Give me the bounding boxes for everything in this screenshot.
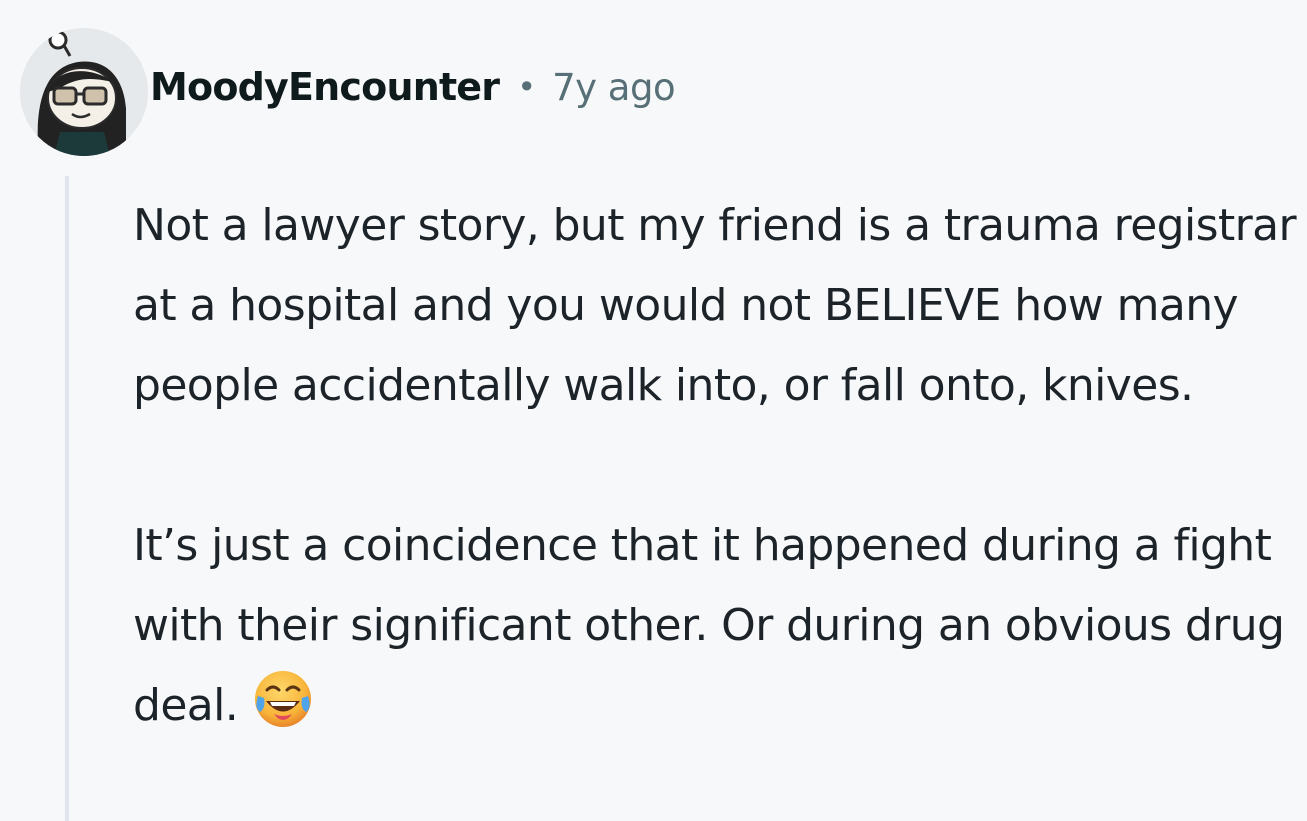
snoo-avatar-icon <box>20 28 148 156</box>
comment: MoodyEncounter • 7y ago Not a lawyer sto… <box>0 0 1307 821</box>
avatar[interactable] <box>20 28 148 156</box>
username-link[interactable]: MoodyEncounter <box>150 65 500 109</box>
comment-header: MoodyEncounter • 7y ago <box>20 28 676 156</box>
comment-paragraph: Not a lawyer story, but my friend is a t… <box>133 200 1297 411</box>
comment-body: Not a lawyer story, but my friend is a t… <box>133 186 1303 746</box>
timestamp-link[interactable]: 7y ago <box>552 66 676 109</box>
face-with-tears-of-joy-icon <box>255 671 312 727</box>
thread-line[interactable] <box>65 176 69 821</box>
comment-meta: MoodyEncounter • 7y ago <box>150 65 676 109</box>
comment-paragraph: It’s just a coincidence that it happened… <box>133 506 1303 746</box>
meta-separator: • <box>517 68 537 106</box>
